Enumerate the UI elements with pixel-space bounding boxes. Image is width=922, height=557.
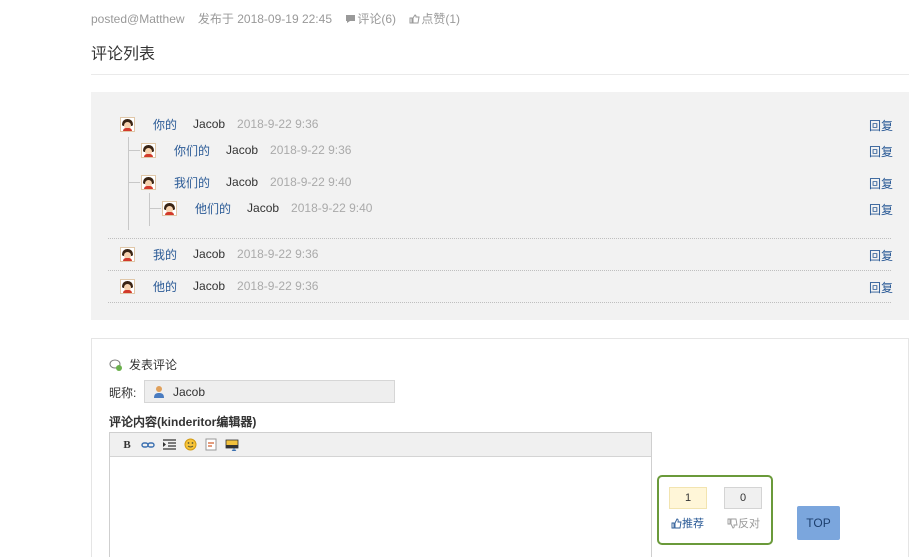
editor-label: 评论内容(kinderitor编辑器) [109,415,257,429]
comment-separator [108,270,891,271]
comment-row: 他的 Jacob 2018-9-22 9:36 [120,276,318,296]
tree-line [128,182,140,183]
comment-time: 2018-9-22 9:40 [270,175,352,189]
emoji-button[interactable] [182,437,198,453]
image-button[interactable] [224,437,240,453]
comment-row: 他们的 Jacob 2018-9-22 9:40 [162,198,372,218]
link-icon [141,441,155,448]
nickname-label: 昵称: [109,386,137,400]
user-icon [154,386,164,398]
divider [91,74,909,75]
reply-link[interactable]: 回复 [869,175,893,192]
code-button[interactable] [203,437,219,453]
comment-row: 我的 Jacob 2018-9-22 9:36 [120,244,318,264]
comment-text: 你的 [153,117,178,132]
comment-text: 他们的 [195,201,232,216]
recommend-count: 1 [669,487,707,509]
editor-content-area[interactable] [110,457,651,557]
tree-line [149,193,150,226]
comment-time: 2018-9-22 9:36 [237,117,319,131]
comment-add-icon [109,359,122,371]
comment-user[interactable]: Jacob [247,201,279,215]
oppose-button[interactable]: 反对 [727,515,760,531]
comment-time: 2018-9-22 9:36 [237,247,319,261]
comments-panel: 你的 Jacob 2018-9-22 9:36 回复 你们的 Jacob 201… [91,92,909,320]
comment-time: 2018-9-22 9:40 [291,201,373,215]
comment-separator [108,302,891,303]
comment-time: 2018-9-22 9:36 [237,279,319,293]
avatar [141,142,156,158]
recommend-button[interactable]: 推荐 [671,515,704,531]
comment-text: 他的 [153,279,178,294]
tree-line [128,150,140,151]
bold-button[interactable]: B [119,437,135,453]
reply-link[interactable]: 回复 [869,201,893,218]
reply-link[interactable]: 回复 [869,247,893,264]
smiley-icon [184,438,196,451]
rich-text-editor: B [109,432,652,557]
indent-button[interactable] [161,437,177,453]
avatar [120,246,135,262]
link-button[interactable] [140,437,156,453]
image-icon [225,439,239,451]
avatar [141,174,156,190]
post-meta: posted@Matthew 发布于 2018-09-19 22:45 评论(6… [91,10,470,27]
comment-user[interactable]: Jacob [193,117,225,131]
comment-row: 我们的 Jacob 2018-9-22 9:40 [141,172,351,192]
comment-text: 我们的 [174,175,211,190]
avatar [120,116,135,132]
avatar [162,200,177,216]
comment-time: 2018-9-22 9:36 [270,143,352,157]
editor-toolbar: B [110,433,651,457]
back-to-top-button[interactable]: TOP [797,506,840,540]
thumbs-down-icon [727,518,738,528]
like-count[interactable]: 点赞(1) [409,12,460,26]
comment-user[interactable]: Jacob [193,247,225,261]
comment-row: 你的 Jacob 2018-9-22 9:36 [120,114,318,134]
comment-text: 我的 [153,247,178,262]
comment-row: 你们的 Jacob 2018-9-22 9:36 [141,140,351,160]
comment-user[interactable]: Jacob [226,143,258,157]
reply-link[interactable]: 回复 [869,279,893,296]
thumbs-up-icon [409,14,420,24]
comments-title: 评论列表 [91,46,156,63]
code-icon [205,438,217,451]
comment-count[interactable]: 评论(6) [345,12,396,26]
avatar [120,278,135,294]
tree-line [149,208,161,209]
reply-link[interactable]: 回复 [869,117,893,134]
indent-icon [162,438,176,450]
post-comment-heading: 发表评论 [109,356,177,373]
reply-link[interactable]: 回复 [869,143,893,160]
post-comment-form: 发表评论 昵称: Jacob 评论内容(kinderitor编辑器) B [91,338,909,557]
comment-separator [108,238,891,239]
comment-user[interactable]: Jacob [193,279,225,293]
thumbs-up-icon [671,518,682,528]
comment-user[interactable]: Jacob [226,175,258,189]
nickname-field[interactable]: Jacob [144,380,395,403]
comment-icon [346,15,356,23]
comment-text: 你们的 [174,143,211,158]
vote-box: 1 0 推荐 反对 [657,475,773,545]
post-date: 发布于 2018-09-19 22:45 [197,12,332,26]
post-author[interactable]: posted@Matthew [91,12,185,26]
oppose-count: 0 [724,487,762,509]
